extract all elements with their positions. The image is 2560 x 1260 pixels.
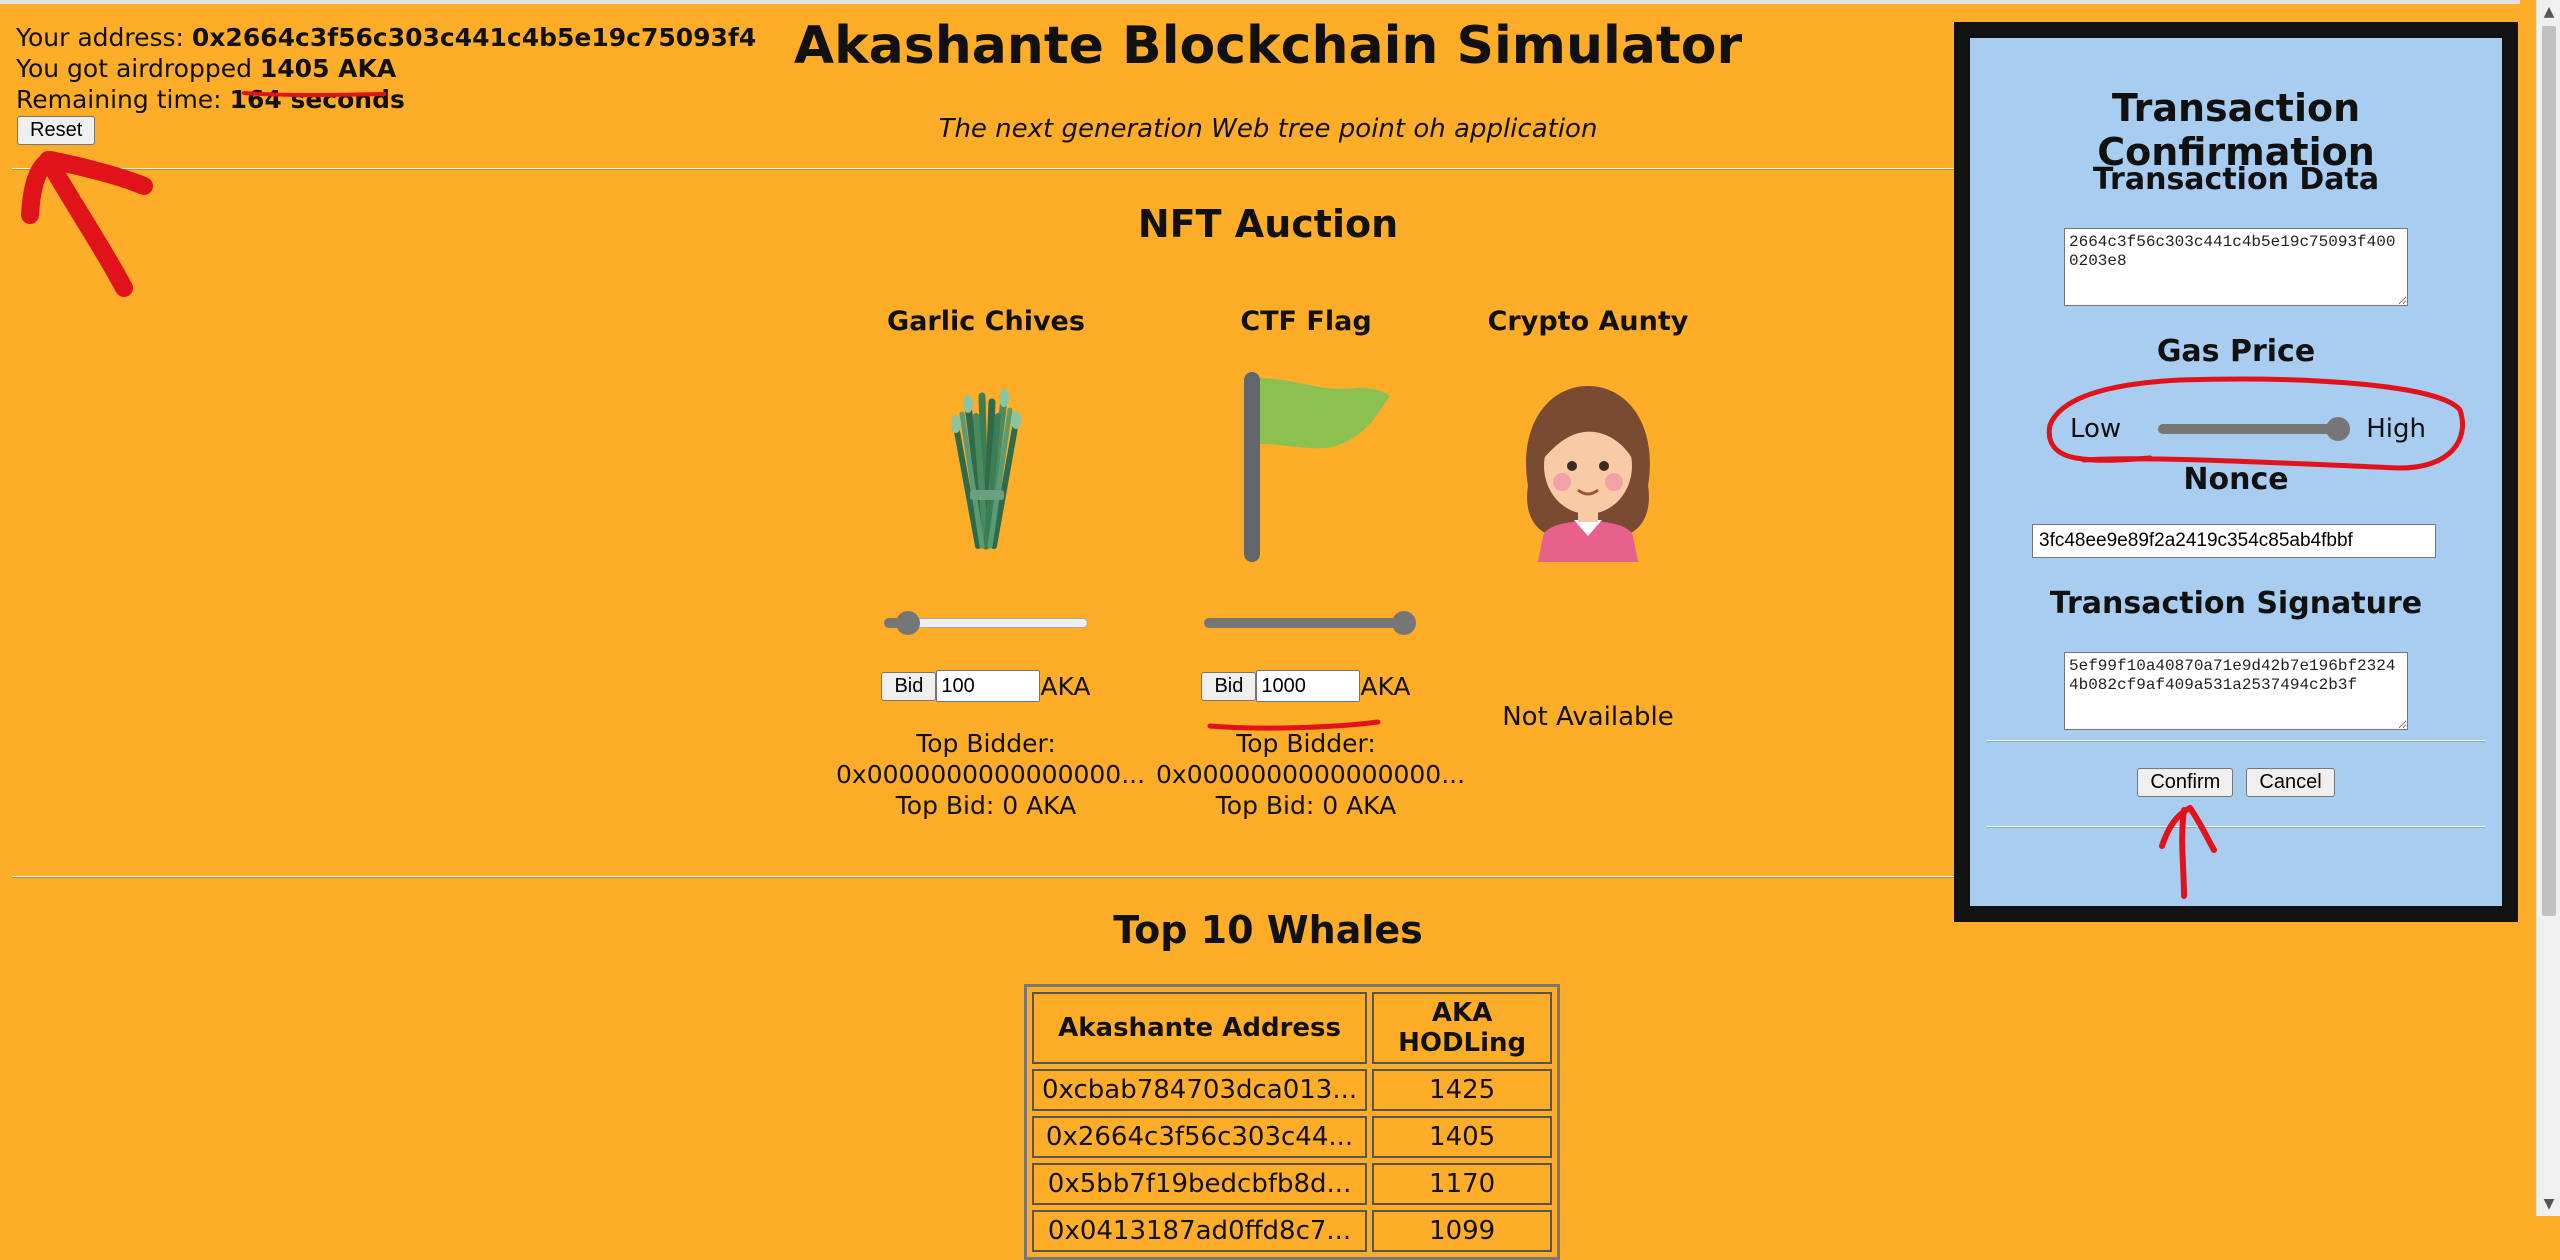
time-line: Remaining time: 164 seconds xyxy=(16,84,756,115)
top-bid: Top Bid: 0 AKA xyxy=(895,791,1077,820)
nonce-field[interactable] xyxy=(2032,524,2436,558)
slider-thumb[interactable] xyxy=(895,611,920,635)
transaction-signature-field[interactable]: 5ef99f10a40870a71e9d42b7e196bf23244b082c… xyxy=(2064,652,2408,730)
slider-thumb[interactable] xyxy=(2326,417,2350,441)
garlic-chives-icon xyxy=(951,389,1021,550)
top-bid: Top Bid: 0 AKA xyxy=(1215,791,1397,820)
transaction-data-field[interactable]: 2664c3f56c303c441c4b5e19c75093f4000203e8 xyxy=(2064,228,2408,306)
nft-card-garlic-chives: Garlic Chives Bid AKA Top Bidder: 0x00 xyxy=(836,306,1146,846)
divider xyxy=(1986,740,2486,742)
slider-fill xyxy=(1204,618,1404,628)
bid-amount-input[interactable] xyxy=(1256,670,1361,702)
nonce-label: Nonce xyxy=(2183,462,2289,497)
gas-price-slider[interactable] xyxy=(2150,416,2350,442)
top-bidder-address: 0x0000000000000000... xyxy=(1156,760,1466,789)
transaction-signature-label: Transaction Signature xyxy=(2049,586,2423,621)
gas-price-label: Gas Price xyxy=(2156,334,2316,369)
table-row: 0x0413187ad0ffd8c7... 1099 xyxy=(1032,1210,1553,1252)
transaction-data-label: Transaction Data xyxy=(2092,162,2380,197)
scroll-up-arrow-icon[interactable]: ▲ xyxy=(2537,0,2560,24)
page-scrollbar[interactable]: ▲ ▼ xyxy=(2536,0,2560,1216)
whale-amount: 1405 xyxy=(1372,1116,1553,1158)
dialog-title: Transaction Confirmation xyxy=(2097,86,2375,174)
whale-amount: 1099 xyxy=(1372,1210,1553,1252)
table-header-row: Akashante Address AKA HODLing xyxy=(1032,992,1553,1064)
bid-row: Bid AKA xyxy=(1156,670,1456,702)
slider-thumb[interactable] xyxy=(1392,611,1416,635)
currency-label: AKA xyxy=(1360,671,1411,701)
cancel-button[interactable]: Cancel xyxy=(2246,768,2335,797)
bid-row: Bid AKA xyxy=(836,670,1136,702)
confirm-button[interactable]: Confirm xyxy=(2137,768,2234,797)
nft-name: Crypto Aunty xyxy=(1487,306,1689,337)
nft-card-ctf-flag: CTF Flag Bid AKA Top Bidder: 0x000000000… xyxy=(1156,306,1466,846)
dialog-body: Transaction Confirmation Transaction Dat… xyxy=(1970,38,2502,906)
bid-button[interactable]: Bid xyxy=(1201,671,1257,701)
nft-name: Garlic Chives xyxy=(887,306,1085,337)
time-label: Remaining time: xyxy=(16,85,230,114)
whale-amount: 1425 xyxy=(1372,1069,1553,1111)
whale-address: 0x5bb7f19bedcbfb8d... xyxy=(1032,1163,1368,1205)
nft-name: CTF Flag xyxy=(1240,306,1372,337)
scroll-down-arrow-icon[interactable]: ▼ xyxy=(2537,1192,2560,1216)
window-top-edge xyxy=(0,0,2520,4)
whale-address: 0xcbab784703dca013... xyxy=(1032,1069,1368,1111)
bid-info: Top Bidder: 0x0000000000000000... Top Bi… xyxy=(1156,728,1466,821)
whales-table: Akashante Address AKA HODLing 0xcbab7847… xyxy=(1024,984,1561,1260)
divider xyxy=(1986,826,2486,828)
table-row: 0xcbab784703dca013... 1425 xyxy=(1032,1069,1553,1111)
dialog-actions: Confirm Cancel xyxy=(1970,768,2502,797)
not-available-status: Not Available xyxy=(1502,702,1674,732)
whale-address: 0x2664c3f56c303c44... xyxy=(1032,1116,1368,1158)
bid-slider[interactable] xyxy=(876,610,1096,636)
gas-price-control: Low High xyxy=(2070,412,2426,446)
crypto-aunty-icon xyxy=(1526,386,1650,562)
bid-button[interactable]: Bid xyxy=(881,671,937,701)
whale-amount: 1170 xyxy=(1372,1163,1553,1205)
top-bidder-label: Top Bidder: xyxy=(916,729,1056,758)
bid-slider[interactable] xyxy=(1196,610,1416,636)
nft-card-crypto-aunty: Crypto Aunty Not Available xyxy=(1438,306,1738,786)
table-row: 0x2664c3f56c303c44... 1405 xyxy=(1032,1116,1553,1158)
bid-amount-input[interactable] xyxy=(936,670,1041,702)
whale-address: 0x0413187ad0ffd8c7... xyxy=(1032,1210,1368,1252)
column-header-address: Akashante Address xyxy=(1032,992,1368,1064)
scrollbar-thumb[interactable] xyxy=(2542,26,2556,916)
flag-icon xyxy=(1244,372,1390,562)
table-row: 0x5bb7f19bedcbfb8d... 1170 xyxy=(1032,1163,1553,1205)
currency-label: AKA xyxy=(1040,671,1091,701)
bid-info: Top Bidder: 0x0000000000000000... Top Bi… xyxy=(836,728,1146,821)
slider-fill xyxy=(2158,424,2338,434)
top-bidder-address: 0x0000000000000000... xyxy=(836,760,1146,789)
gas-low-label: Low xyxy=(2070,414,2122,444)
gas-high-label: High xyxy=(2366,414,2426,444)
top-bidder-label: Top Bidder: xyxy=(1236,729,1376,758)
transaction-confirmation-dialog: Transaction Confirmation Transaction Dat… xyxy=(1954,22,2518,922)
column-header-amount: AKA HODLing xyxy=(1372,992,1553,1064)
time-value: 164 seconds xyxy=(229,85,405,114)
